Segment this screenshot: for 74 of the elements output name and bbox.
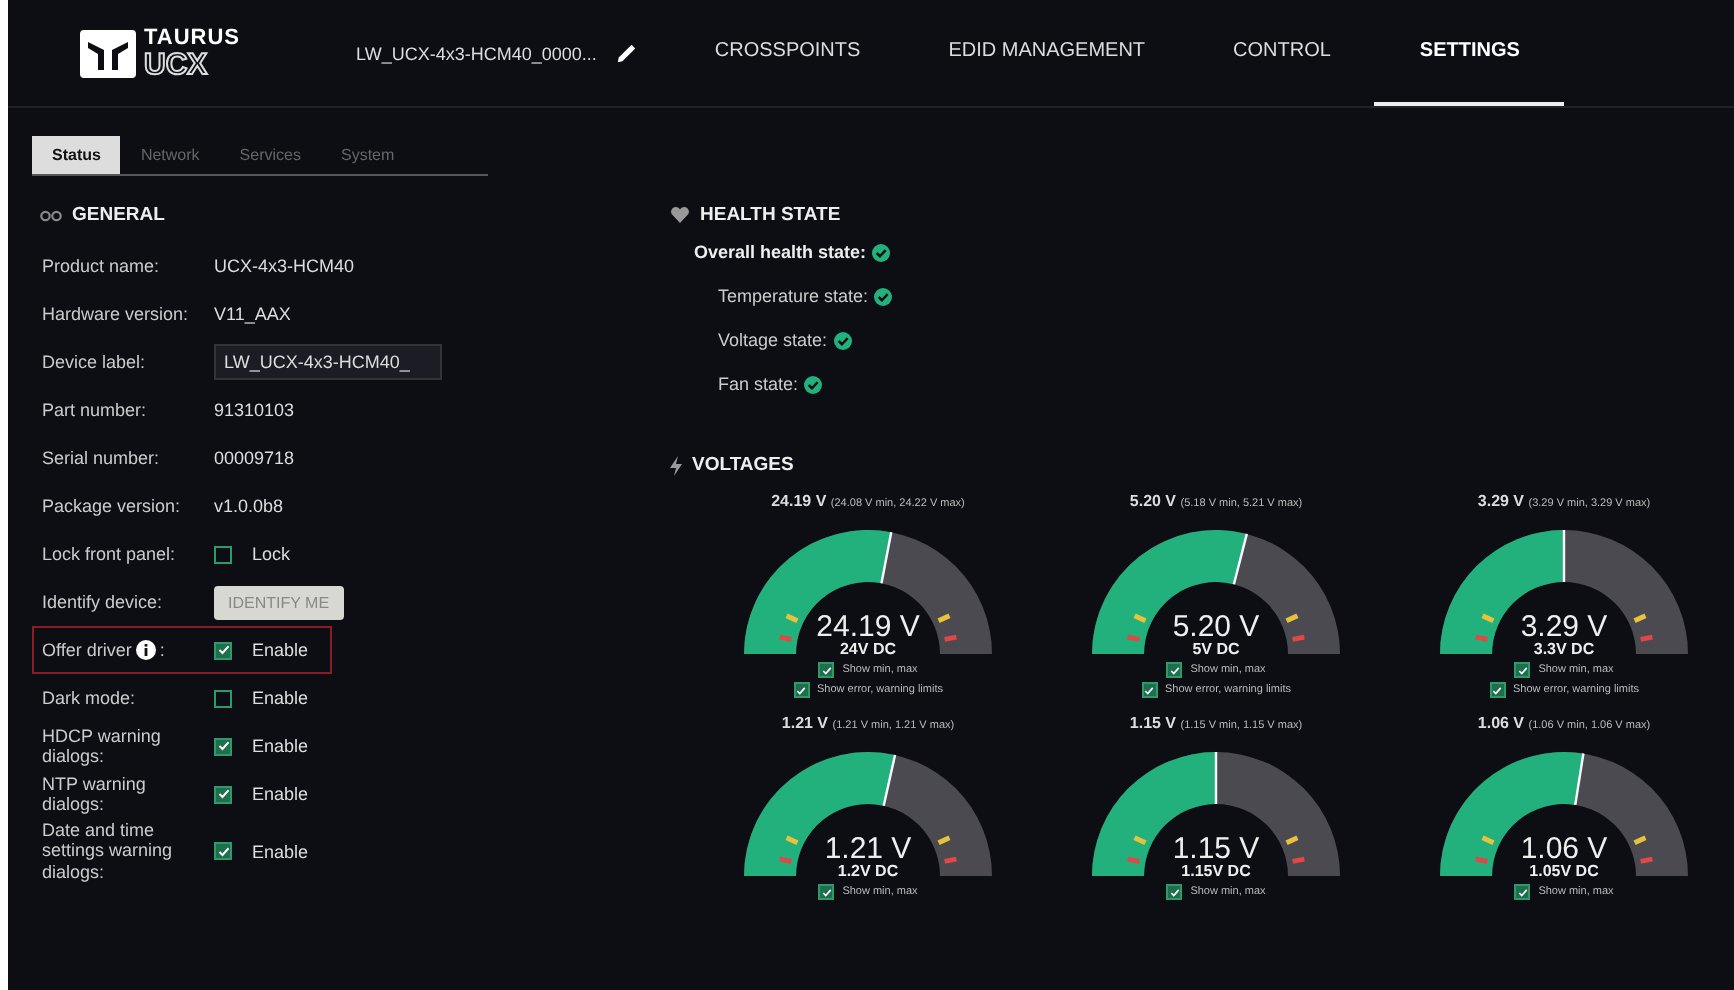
health-label: Temperature state: <box>718 286 869 306</box>
section-title: HEALTH STATE <box>700 204 841 226</box>
nav-tab[interactable]: EDID MANAGEMENT <box>904 0 1190 106</box>
checkbox[interactable] <box>214 641 232 659</box>
field-value: 91310103 <box>214 400 295 420</box>
field-label: Product name: <box>42 255 160 277</box>
nav-tab[interactable]: SETTINGS <box>1374 0 1565 106</box>
gauge-type: 24V DC <box>839 642 896 658</box>
checkbox[interactable] <box>1166 662 1183 678</box>
checkbox[interactable] <box>793 682 810 698</box>
gauge-type: 1.15V DC <box>1181 864 1251 880</box>
field-value: v1.0.0b8 <box>214 496 284 516</box>
checkbox[interactable] <box>214 785 232 803</box>
field-label: Part number: <box>42 399 147 421</box>
field-label: Package version: <box>42 495 181 517</box>
device-label-field[interactable]: LW_UCX-4x3-HCM40_ <box>214 344 442 380</box>
field-label: Lock front panel: <box>42 543 176 565</box>
checkbox[interactable] <box>1514 884 1531 900</box>
pencil-icon[interactable] <box>616 42 639 64</box>
checkbox-label: Enable <box>252 640 309 660</box>
checkbox[interactable] <box>818 884 835 900</box>
field-label: Serial number: <box>42 447 160 469</box>
logo-icon <box>80 29 136 77</box>
checkbox-label: Enable <box>252 784 309 804</box>
health-label: Overall health state: <box>694 242 867 262</box>
gauge-value: 5.20 V <box>1172 612 1260 642</box>
checkbox-label: Enable <box>252 688 309 708</box>
health-label: Fan state: <box>718 374 799 394</box>
checkbox-label: Enable <box>252 841 309 862</box>
gauge-type: 3.3V DC <box>1533 642 1595 658</box>
health-label: Voltage state: <box>718 330 828 350</box>
section-title: GENERAL <box>72 204 165 226</box>
heart-icon <box>670 206 690 224</box>
colon-text: : <box>159 639 165 661</box>
field-value: UCX-4x3-HCM40 <box>214 256 355 276</box>
gauge-type: 1.05V DC <box>1529 864 1599 880</box>
field-label: Date and time settings warning dialogs: <box>42 820 175 883</box>
checkbox[interactable] <box>1514 662 1531 678</box>
field-label: Dark mode: <box>42 687 136 709</box>
checkbox-label: Enable <box>252 736 309 756</box>
field-label: Identify device: <box>42 591 163 613</box>
checkbox[interactable] <box>214 842 232 861</box>
checkbox[interactable] <box>1489 682 1506 698</box>
nav-tab[interactable]: CONTROL <box>1189 0 1375 106</box>
device-name: LW_UCX-4x3-HCM40_0000... <box>356 43 597 63</box>
checkbox[interactable] <box>214 737 232 755</box>
field-label: HDCP warning dialogs: <box>42 725 163 767</box>
gauge-value: 1.21 V <box>824 834 912 864</box>
logo-title: TAURUS <box>144 27 241 49</box>
gauge-value: 24.19 V <box>816 612 920 642</box>
checkbox-label: Lock <box>252 544 291 564</box>
field-label: Hardware version: <box>42 303 189 325</box>
checkbox[interactable] <box>214 545 232 563</box>
sub-tab[interactable]: Status <box>32 136 121 174</box>
settings-icon <box>40 207 62 223</box>
field-value: 00009718 <box>214 448 295 468</box>
nav-tab[interactable]: CROSSPOINTS <box>670 0 905 106</box>
field-label: Offer driver <box>42 639 132 661</box>
gauge-type: 5V DC <box>1192 642 1240 658</box>
info-icon[interactable] <box>135 640 156 660</box>
checkbox[interactable] <box>214 689 232 707</box>
checkbox[interactable] <box>818 662 835 678</box>
field-value: V11_AAX <box>214 304 291 324</box>
gauge-value: 3.29 V <box>1520 612 1608 642</box>
section-title: VOLTAGES <box>692 454 794 476</box>
gauge-value: 1.15 V <box>1172 834 1260 864</box>
field-label: NTP warning dialogs: <box>42 773 148 815</box>
checkbox[interactable] <box>1141 682 1158 698</box>
lightning-icon <box>670 455 682 475</box>
gauge-type: 1.2V DC <box>837 864 899 880</box>
checkbox[interactable] <box>1166 884 1183 900</box>
gauge-value: 1.06 V <box>1520 834 1608 864</box>
logo-subtitle: UCX <box>144 49 211 79</box>
field-label: Device label: <box>42 351 146 373</box>
